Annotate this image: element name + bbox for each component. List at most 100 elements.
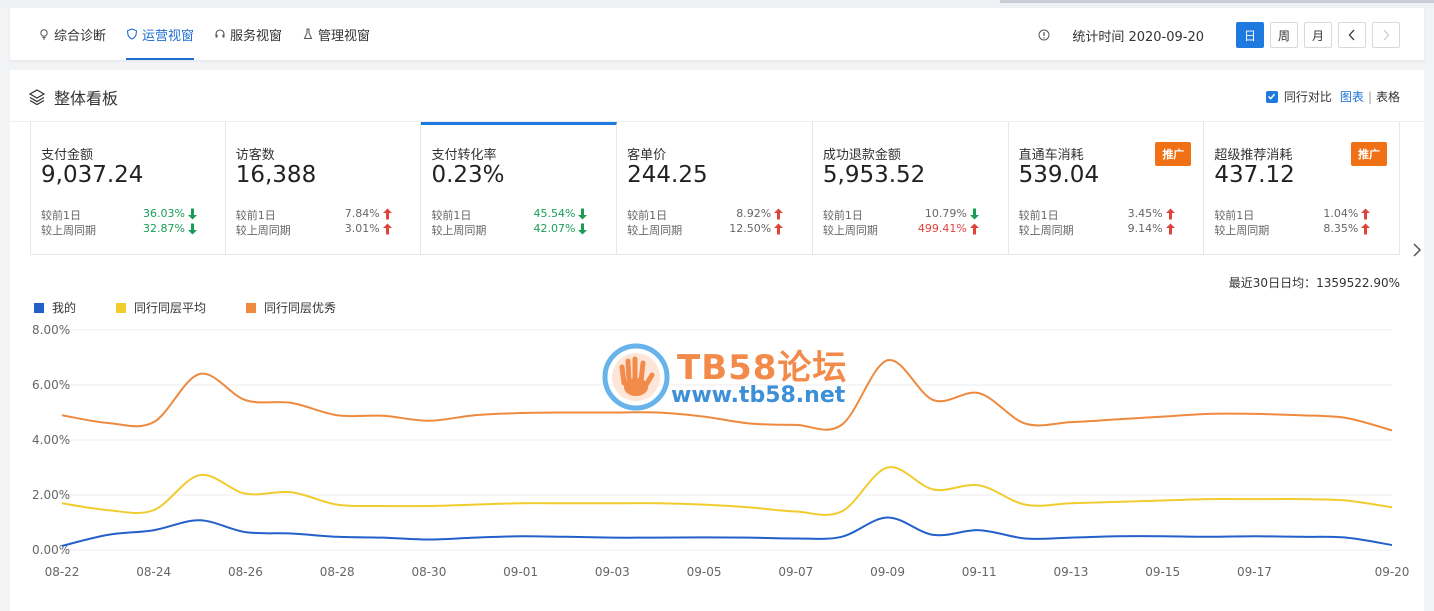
tab-label: 服务视窗 xyxy=(230,28,283,44)
metric-title: 访客数 xyxy=(235,148,275,163)
chevron-right-icon xyxy=(1383,29,1390,41)
compare-value: 10.79% xyxy=(924,207,967,220)
metric-card[interactable]: 直通车消耗 539.04 推广 较前1日 3.45% 较上周同期 9.14% xyxy=(1008,122,1205,255)
watermark-url: www.tb58.net xyxy=(671,383,846,408)
legend-label: 同行同层优秀 xyxy=(264,301,337,315)
tab-service[interactable]: 服务视窗 xyxy=(214,8,282,60)
legend-item-peer-average[interactable]: 同行同层平均 xyxy=(116,299,206,316)
promo-badge[interactable]: 推广 xyxy=(1351,142,1388,166)
period-day-button[interactable]: 日 xyxy=(1236,22,1264,48)
info-icon[interactable] xyxy=(1038,29,1050,41)
metric-title: 支付转化率 xyxy=(431,148,497,163)
legend-item-peer-excellent[interactable]: 同行同层优秀 xyxy=(246,299,336,316)
compare-value: 8.92% xyxy=(736,207,772,220)
legend-swatch xyxy=(34,302,44,313)
top-strip-block xyxy=(1000,0,1434,3)
compare-value: 42.07% xyxy=(533,222,576,235)
tab-diagnosis[interactable]: 综合诊断 xyxy=(38,8,106,60)
x-tick-label: 09-17 xyxy=(1237,565,1272,579)
arrow-up-icon xyxy=(774,223,784,235)
x-tick-label: 09-13 xyxy=(1054,565,1089,579)
next-date-button[interactable] xyxy=(1372,22,1400,48)
metric-value: 16,388 xyxy=(235,162,317,188)
metric-card[interactable]: 客单价 244.25 较前1日 8.92% 较上周同期 12.50% xyxy=(617,122,813,255)
y-tick-label: 2.00% xyxy=(32,488,70,502)
metric-title: 超级推荐消耗 xyxy=(1214,148,1293,163)
top-strip xyxy=(0,0,1434,8)
compare-value: 3.01% xyxy=(344,222,380,235)
tab-operations[interactable]: 运营视窗 xyxy=(126,8,195,60)
compare-label: 较上周同期 xyxy=(627,224,683,237)
prev-date-button[interactable] xyxy=(1338,22,1366,48)
series-line-mine[interactable] xyxy=(61,516,1393,547)
metric-title: 直通车消耗 xyxy=(1018,148,1084,163)
watermark-title: TB58论坛 xyxy=(677,348,848,388)
period-month-button[interactable]: 月 xyxy=(1304,22,1332,48)
watermark: TB58论坛 www.tb58.net xyxy=(602,340,862,415)
compare-value: 9.14% xyxy=(1127,222,1163,235)
tab-label: 管理视窗 xyxy=(318,28,371,44)
legend-swatch xyxy=(116,302,127,313)
tab-label: 综合诊断 xyxy=(54,28,107,44)
metric-card[interactable]: 成功退款金额 5,953.52 较前1日 10.79% 较上周同期 499.41% xyxy=(812,122,1009,255)
compare-label: 较前1日 xyxy=(41,209,81,222)
metric-card[interactable]: 支付金额 9,037.24 较前1日 36.03% 较上周同期 32.87% xyxy=(30,122,226,255)
compare-label: 较前1日 xyxy=(1214,209,1255,222)
period-week-button[interactable]: 周 xyxy=(1270,22,1298,48)
panel-header: 整体看板 同行对比 图表 | 表格 xyxy=(10,70,1424,122)
metric-value: 5,953.52 xyxy=(822,162,926,188)
compare-label: 较上周同期 xyxy=(1214,224,1270,237)
tab-label: 运营视窗 xyxy=(142,28,195,44)
x-tick-label: 09-05 xyxy=(687,565,722,579)
metric-value: 539.04 xyxy=(1018,162,1100,188)
metric-card[interactable]: 访客数 16,388 较前1日 7.84% 较上周同期 3.01% xyxy=(225,122,422,255)
panel-title: 整体看板 xyxy=(28,85,118,109)
compare-label: 较前1日 xyxy=(235,209,276,222)
check-icon xyxy=(1268,93,1276,100)
arrow-up-icon xyxy=(1165,208,1175,220)
metric-card[interactable]: 超级推荐消耗 437.12 推广 较前1日 1.04% 较上周同期 8.35% xyxy=(1204,122,1401,255)
overview-panel: 整体看板 同行对比 图表 | 表格 支付金额 9,037.24 较前1日 36.0… xyxy=(10,70,1424,611)
chart-legend: 我的 同行同层平均 同行同层优秀 xyxy=(34,299,376,316)
x-tick-label: 09-07 xyxy=(778,565,813,579)
x-tick-label: 08-26 xyxy=(228,565,263,579)
legend-item-mine[interactable]: 我的 xyxy=(34,299,76,316)
chevron-right-icon[interactable] xyxy=(1410,238,1424,262)
arrow-up-icon xyxy=(1361,208,1371,220)
metric-card[interactable]: 支付转化率 0.23% 较前1日 45.54% 较上周同期 42.07% xyxy=(421,122,618,255)
panel-title-text: 整体看板 xyxy=(54,89,119,108)
period-controls: 统计时间 2020-09-20 日 周 月 xyxy=(1038,22,1400,48)
metric-title: 成功退款金额 xyxy=(822,148,901,163)
metric-value: 437.12 xyxy=(1214,162,1295,188)
arrow-down-icon xyxy=(969,208,979,220)
compare-checkbox[interactable] xyxy=(1265,90,1278,103)
series-line-peer-average[interactable] xyxy=(61,466,1393,516)
x-tick-label: 09-15 xyxy=(1145,565,1180,579)
arrow-up-icon xyxy=(774,208,784,220)
x-tick-label: 09-20 xyxy=(1375,565,1410,579)
compare-label: 较前1日 xyxy=(431,209,472,222)
compare-label: 较上周同期 xyxy=(1018,224,1074,237)
metric-value: 244.25 xyxy=(627,162,708,188)
compare-label: 较上周同期 xyxy=(431,224,487,237)
tab-management[interactable]: 管理视窗 xyxy=(302,8,370,60)
stat-time: 统计时间 2020-09-20 xyxy=(1072,29,1204,45)
metric-value: 9,037.24 xyxy=(41,162,144,188)
promo-badge[interactable]: 推广 xyxy=(1155,142,1192,166)
x-tick-label: 08-24 xyxy=(136,565,171,579)
compare-label: 较上周同期 xyxy=(41,224,96,237)
arrow-down-icon xyxy=(578,208,588,220)
chart-view-link[interactable]: 图表 xyxy=(1340,88,1364,105)
compare-value: 7.84% xyxy=(344,207,380,220)
table-view-link[interactable]: 表格 xyxy=(1376,88,1400,105)
metric-title: 支付金额 xyxy=(41,148,94,163)
chevron-left-icon xyxy=(1348,29,1355,41)
compare-label: 较前1日 xyxy=(1018,209,1059,222)
compare-value: 36.03% xyxy=(143,207,185,220)
panel-options: 同行对比 图表 | 表格 xyxy=(1265,88,1400,105)
compare-value: 3.45% xyxy=(1127,207,1163,220)
compare-value: 45.54% xyxy=(533,207,576,220)
shield-icon xyxy=(126,28,138,40)
x-tick-label: 09-03 xyxy=(595,565,630,579)
compare-label: 较前1日 xyxy=(822,209,863,222)
